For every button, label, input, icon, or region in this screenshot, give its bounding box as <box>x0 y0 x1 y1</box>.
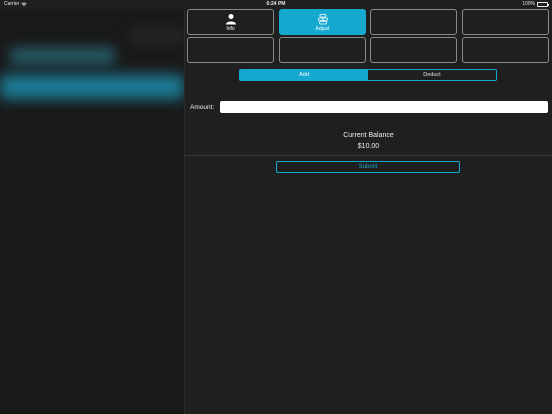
tile-adjust[interactable]: Adjust <box>279 9 366 35</box>
divider <box>185 155 552 156</box>
blurred-list-header <box>10 47 115 65</box>
tile-info[interactable]: Info <box>187 9 274 35</box>
tile-empty[interactable] <box>187 37 274 63</box>
add-deduct-segmented-control[interactable]: Add Deduct <box>239 69 497 81</box>
person-icon <box>225 13 237 25</box>
app-screen: Carrier 6:24 PM 100% Info Adjust Add Dedu… <box>0 0 552 414</box>
current-balance-label: Current Balance <box>343 132 394 139</box>
detail-pane: Info Adjust Add Deduct Amount: Current Ba… <box>185 9 552 414</box>
current-balance-value: $10.00 <box>357 143 380 150</box>
tile-empty[interactable] <box>279 37 366 63</box>
segment-add[interactable]: Add <box>240 70 368 80</box>
master-pane <box>0 9 184 414</box>
status-bar: Carrier 6:24 PM 100% <box>0 0 552 9</box>
battery-indicator: 100% <box>522 0 549 9</box>
tile-label: Info <box>226 25 235 32</box>
blurred-selected-row <box>0 75 184 99</box>
segment-deduct[interactable]: Deduct <box>368 70 496 80</box>
tile-empty[interactable] <box>462 9 549 35</box>
battery-icon <box>537 2 549 7</box>
tile-empty[interactable] <box>370 9 457 35</box>
coins-icon <box>317 13 329 25</box>
tile-label: Adjust <box>315 25 330 32</box>
amount-label: Amount: <box>190 104 215 111</box>
tile-empty[interactable] <box>462 37 549 63</box>
tile-empty[interactable] <box>370 37 457 63</box>
blurred-header <box>130 27 184 45</box>
amount-input[interactable] <box>220 101 548 113</box>
battery-percent: 100% <box>522 1 535 7</box>
submit-button[interactable]: Submit <box>276 161 460 173</box>
status-time: 6:24 PM <box>266 1 286 7</box>
